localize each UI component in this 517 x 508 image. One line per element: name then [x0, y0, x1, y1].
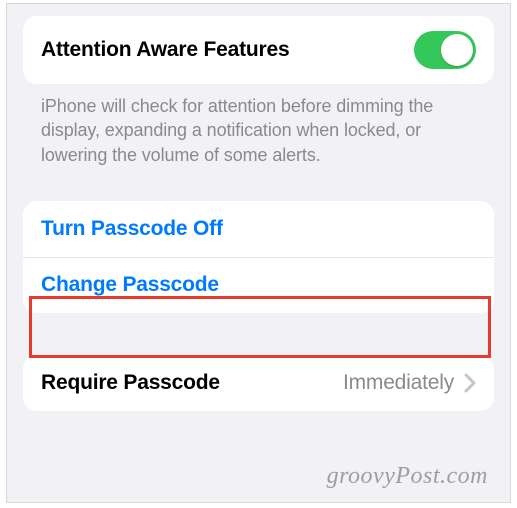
require-passcode-row[interactable]: Require Passcode Immediately	[23, 355, 494, 411]
attention-aware-toggle[interactable]	[414, 31, 476, 69]
chevron-right-icon	[464, 373, 476, 393]
toggle-knob-icon	[441, 34, 473, 66]
require-passcode-label: Require Passcode	[41, 371, 220, 395]
attention-aware-footer: iPhone will check for attention before d…	[7, 84, 510, 167]
watermark-text: groovyPost.com	[327, 463, 488, 490]
change-passcode-label: Change Passcode	[41, 273, 219, 297]
turn-passcode-off-label: Turn Passcode Off	[41, 217, 223, 241]
attention-aware-title: Attention Aware Features	[41, 38, 289, 62]
turn-passcode-off-row[interactable]: Turn Passcode Off	[23, 201, 494, 257]
require-passcode-value: Immediately	[343, 371, 454, 395]
attention-aware-row[interactable]: Attention Aware Features	[23, 16, 494, 84]
change-passcode-row[interactable]: Change Passcode	[23, 257, 494, 313]
